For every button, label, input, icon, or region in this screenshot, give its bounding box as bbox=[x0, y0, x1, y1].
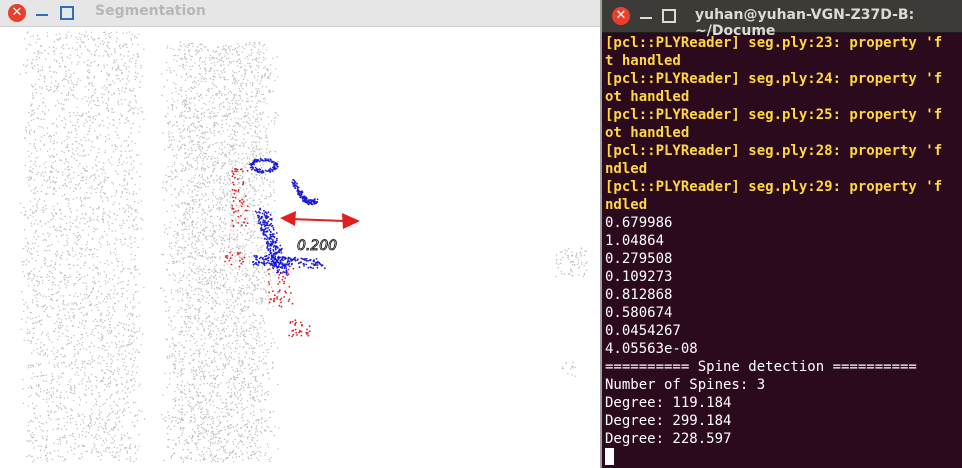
terminal-window: ✕ yuhan@yuhan-VGN-Z37D-B: ~/Docume [pcl:… bbox=[600, 0, 962, 468]
terminal-line: [pcl::PLYReader] seg.ply:25: property 'f bbox=[605, 107, 943, 123]
minimize-icon[interactable] bbox=[36, 14, 48, 16]
terminal-line: t handled bbox=[605, 53, 681, 69]
terminal-line: [pcl::PLYReader] seg.ply:24: property 'f bbox=[605, 71, 943, 87]
arrow-length-label: 0.200 bbox=[297, 238, 337, 254]
terminal-line: ndled bbox=[605, 161, 648, 177]
window-title: Segmentation bbox=[95, 3, 206, 19]
point-cloud-viewport[interactable]: 0.200 bbox=[0, 27, 600, 468]
terminal-line: 1.04864 bbox=[605, 233, 665, 249]
terminal-line: Degree: 228.597 bbox=[605, 431, 732, 447]
terminal-line: Number of Spines: 3 bbox=[605, 377, 766, 393]
minimize-icon[interactable] bbox=[640, 17, 652, 19]
segmentation-titlebar[interactable]: ✕ Segmentation bbox=[0, 0, 600, 27]
terminal-line: ndled bbox=[605, 197, 648, 213]
close-icon[interactable]: ✕ bbox=[8, 4, 26, 22]
close-icon[interactable]: ✕ bbox=[612, 7, 630, 25]
terminal-line: ot handled bbox=[605, 125, 690, 141]
terminal-line: 4.05563e-08 bbox=[605, 341, 698, 357]
terminal-line: ot handled bbox=[605, 89, 690, 105]
terminal-line: [pcl::PLYReader] seg.ply:28: property 'f bbox=[605, 143, 943, 159]
terminal-line: Degree: 299.184 bbox=[605, 413, 732, 429]
terminal-output[interactable]: [pcl::PLYReader] seg.ply:23: property 'f… bbox=[605, 34, 962, 468]
terminal-cursor bbox=[605, 448, 614, 465]
terminal-line: 0.812868 bbox=[605, 287, 673, 303]
maximize-icon[interactable] bbox=[662, 9, 676, 23]
terminal-line: 0.0454267 bbox=[605, 323, 681, 339]
terminal-line: [pcl::PLYReader] seg.ply:29: property 'f bbox=[605, 179, 943, 195]
terminal-line: 0.679986 bbox=[605, 215, 673, 231]
maximize-icon[interactable] bbox=[60, 6, 74, 20]
terminal-line: 0.580674 bbox=[605, 305, 673, 321]
terminal-line: 0.279508 bbox=[605, 251, 673, 267]
terminal-line: Degree: 119.184 bbox=[605, 395, 732, 411]
direction-arrow bbox=[280, 211, 360, 229]
terminal-line: 0.109273 bbox=[605, 269, 673, 285]
segmentation-window: ✕ Segmentation 0.200 bbox=[0, 0, 600, 468]
terminal-line: [pcl::PLYReader] seg.ply:23: property 'f bbox=[605, 35, 943, 51]
terminal-titlebar[interactable]: ✕ yuhan@yuhan-VGN-Z37D-B: ~/Docume bbox=[602, 0, 962, 39]
terminal-line: ========== Spine detection ========== bbox=[605, 359, 917, 375]
